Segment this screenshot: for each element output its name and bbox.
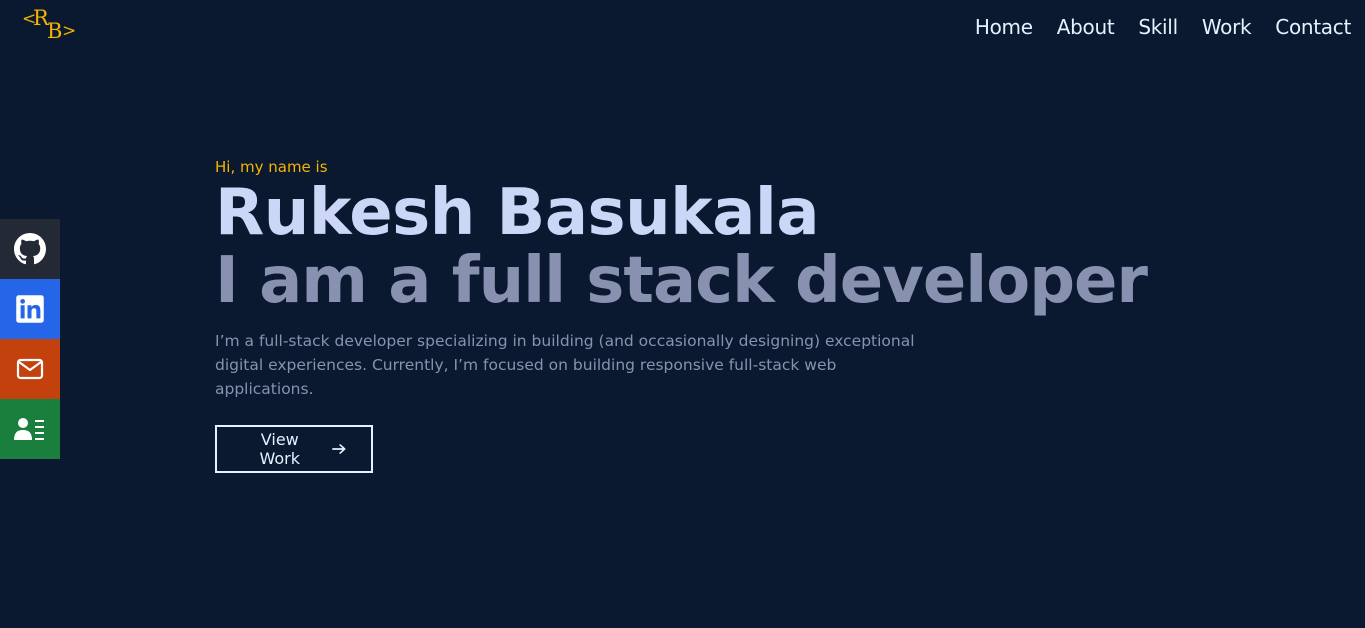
arrow-right-icon	[331, 444, 346, 454]
github-link[interactable]	[0, 219, 60, 279]
logo-letter-b: B	[47, 19, 63, 43]
page: < R B > Home About Skill Work Contact Hi…	[0, 0, 1365, 628]
hero-tagline: I am a full stack developer	[215, 244, 1148, 318]
view-work-label: View Work	[259, 430, 301, 468]
site-logo[interactable]: < R B >	[22, 6, 82, 46]
logo-right-bracket: >	[62, 21, 77, 41]
nav-work[interactable]: Work	[1188, 14, 1261, 40]
github-icon	[14, 233, 46, 265]
email-link[interactable]	[0, 339, 60, 399]
social-sidebar	[0, 219, 60, 459]
mail-icon	[16, 358, 44, 380]
nav-about[interactable]: About	[1043, 14, 1125, 40]
hero-name: Rukesh Basukala	[215, 176, 820, 250]
nav-contact[interactable]: Contact	[1261, 14, 1351, 40]
nav-home[interactable]: Home	[961, 14, 1043, 40]
nav-skill[interactable]: Skill	[1124, 14, 1187, 40]
hero-section: Hi, my name is Rukesh Basukala I am a fu…	[215, 155, 1215, 473]
hero-description: I’m a full-stack developer specializing …	[215, 332, 915, 398]
resume-link[interactable]	[0, 399, 60, 459]
linkedin-icon	[16, 295, 44, 323]
linkedin-link[interactable]	[0, 279, 60, 339]
view-work-button[interactable]: View Work	[215, 425, 373, 473]
contact-card-icon	[14, 418, 44, 440]
main-nav: Home About Skill Work Contact	[961, 14, 1351, 40]
